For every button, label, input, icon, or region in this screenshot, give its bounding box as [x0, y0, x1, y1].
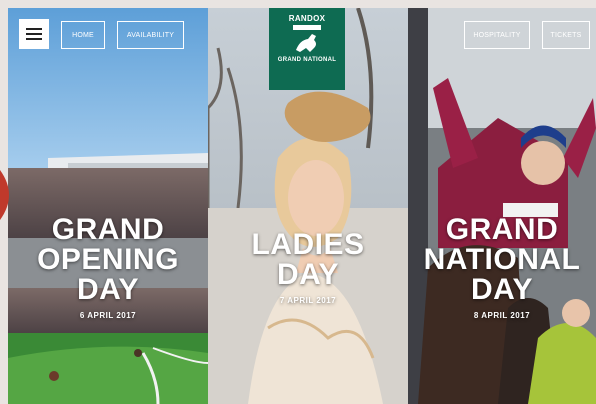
decorative-red-accent — [0, 170, 9, 220]
horse-icon — [296, 34, 316, 52]
nav-availability-button[interactable]: AVAILABILITY — [117, 21, 184, 49]
logo-brand: RANDOX — [288, 14, 326, 23]
randox-grand-national-logo[interactable]: RANDOX GRAND NATIONAL — [269, 8, 345, 90]
menu-button[interactable] — [19, 19, 49, 49]
nav-home-button[interactable]: HOME — [61, 21, 105, 49]
panel-date: 7 APRIL 2017 — [279, 296, 337, 305]
panel-date: 8 APRIL 2017 — [473, 311, 531, 320]
panel-title: LADIES DAY 7 APRIL 2017 — [208, 230, 408, 306]
hero-banner: GRAND OPENING DAY 6 APRIL 2017 LADIES DA… — [8, 8, 596, 404]
panel-grand-opening-day[interactable]: GRAND OPENING DAY 6 APRIL 2017 — [8, 8, 208, 404]
panel-date: 6 APRIL 2017 — [79, 311, 137, 320]
panel-grand-national-day[interactable]: GRAND NATIONAL DAY 8 APRIL 2017 — [408, 8, 596, 404]
racecourse-photo — [8, 8, 208, 404]
nav-tickets-button[interactable]: TICKETS — [542, 21, 590, 49]
logo-name: GRAND NATIONAL — [277, 57, 337, 63]
jockey-photo — [408, 8, 596, 404]
hamburger-menu-icon — [26, 28, 42, 40]
nav-hospitality-button[interactable]: HOSPITALITY — [464, 21, 530, 49]
panel-title: GRAND NATIONAL DAY 8 APRIL 2017 — [408, 215, 596, 321]
panel-title: GRAND OPENING DAY 6 APRIL 2017 — [8, 215, 208, 321]
